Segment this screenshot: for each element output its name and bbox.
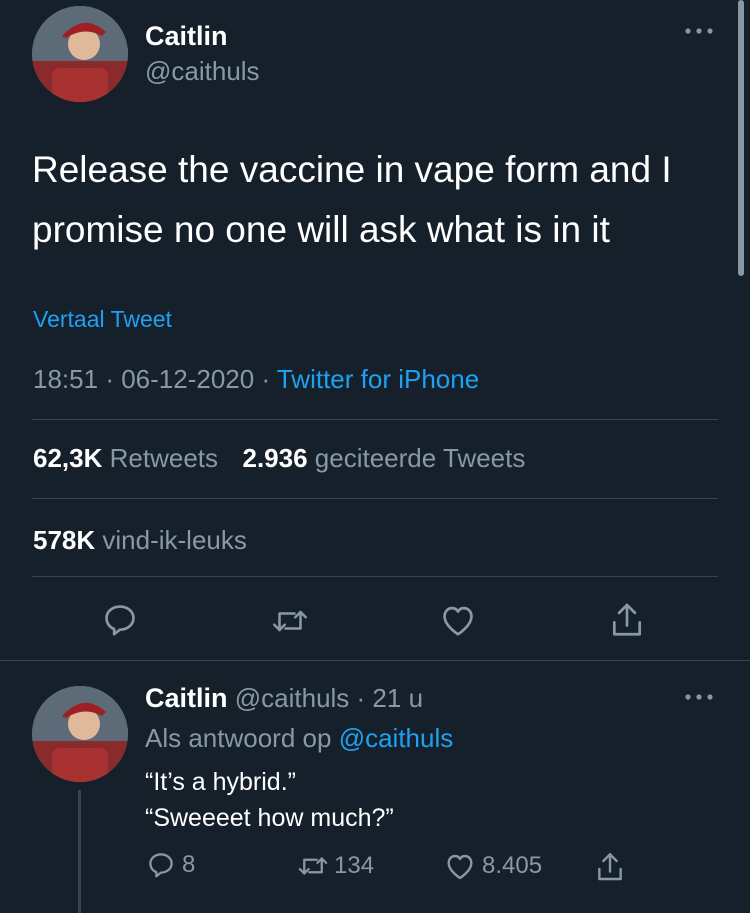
separator-dot: · — [105, 364, 122, 394]
retweet-count: 134 — [334, 852, 375, 879]
retweets-count: 62,3K — [33, 443, 103, 473]
avatar-photo — [32, 686, 128, 782]
stats-row: 62,3K Retweets 2.936 geciteerde Tweets — [33, 443, 525, 474]
replying-to-prefix: Als antwoord op — [145, 723, 332, 753]
reply-time[interactable]: 21 u — [372, 683, 423, 713]
more-dots-icon[interactable] — [683, 26, 715, 36]
like-count: 8.405 — [482, 852, 543, 879]
retweets-label: Retweets — [109, 443, 219, 473]
separator-dot: · — [261, 364, 277, 394]
retweet-icon[interactable] — [270, 603, 310, 639]
avatar[interactable] — [32, 6, 128, 102]
quotes-stat[interactable]: 2.936 geciteerde Tweets — [242, 443, 525, 473]
retweets-stat[interactable]: 62,3K Retweets — [33, 443, 225, 473]
replying-to-handle[interactable]: @caithuls — [339, 723, 454, 753]
tweet-text-line: promise no one will ask what is in it — [32, 209, 610, 250]
author-handle[interactable]: @caithuls — [145, 56, 260, 87]
avatar-photo — [32, 6, 128, 102]
reply-author-name[interactable]: Caitlin — [145, 683, 228, 713]
like-icon — [444, 851, 476, 881]
reply-author-handle[interactable]: @caithuls — [235, 683, 350, 713]
reply-avatar[interactable] — [32, 686, 128, 782]
share-icon[interactable] — [608, 600, 646, 640]
thread-line — [78, 790, 81, 913]
likes-stat[interactable]: 578K vind-ik-leuks — [33, 525, 247, 556]
reply-icon — [146, 850, 176, 880]
share-icon[interactable] — [594, 850, 626, 884]
likes-label: vind-ik-leuks — [102, 525, 247, 555]
tweet-source-link[interactable]: Twitter for iPhone — [277, 364, 479, 394]
reply-text: “It’s a hybrid.” “Sweeeet how much?” — [145, 764, 705, 836]
likes-count: 578K — [33, 525, 96, 555]
retweet-icon — [296, 851, 330, 881]
divider — [32, 576, 718, 577]
reply-icon[interactable] — [101, 601, 139, 639]
divider — [32, 419, 718, 420]
tweet-text: Release the vaccine in vape form and I p… — [32, 140, 732, 260]
reply-count: 8 — [182, 851, 196, 878]
divider — [0, 660, 750, 661]
reply-header: Caitlin @caithuls · 21 u — [145, 683, 423, 714]
tweet-text-line: Release the vaccine in vape form and I — [32, 149, 672, 190]
reply-text-line: “It’s a hybrid.” — [145, 768, 296, 796]
author-name[interactable]: Caitlin — [145, 21, 228, 52]
translate-tweet-link[interactable]: Vertaal Tweet — [33, 306, 172, 333]
reply-action[interactable]: 8 — [146, 850, 195, 880]
tweet-date: 06-12-2020 — [121, 364, 255, 394]
quotes-label: geciteerde Tweets — [314, 443, 526, 473]
retweet-action[interactable]: 134 — [296, 851, 374, 881]
divider — [32, 498, 718, 499]
separator-dot: · — [349, 683, 373, 713]
like-action[interactable]: 8.405 — [444, 851, 542, 881]
scrollbar[interactable] — [738, 0, 744, 276]
tweet-meta: 18:51 · 06-12-2020 · Twitter for iPhone — [33, 364, 479, 395]
reply-text-line: “Sweeeet how much?” — [145, 804, 394, 832]
more-dots-icon[interactable] — [683, 692, 715, 702]
replying-to: Als antwoord op @caithuls — [145, 723, 453, 754]
quotes-count: 2.936 — [242, 443, 308, 473]
like-icon[interactable] — [439, 602, 477, 638]
tweet-time: 18:51 — [33, 364, 99, 394]
